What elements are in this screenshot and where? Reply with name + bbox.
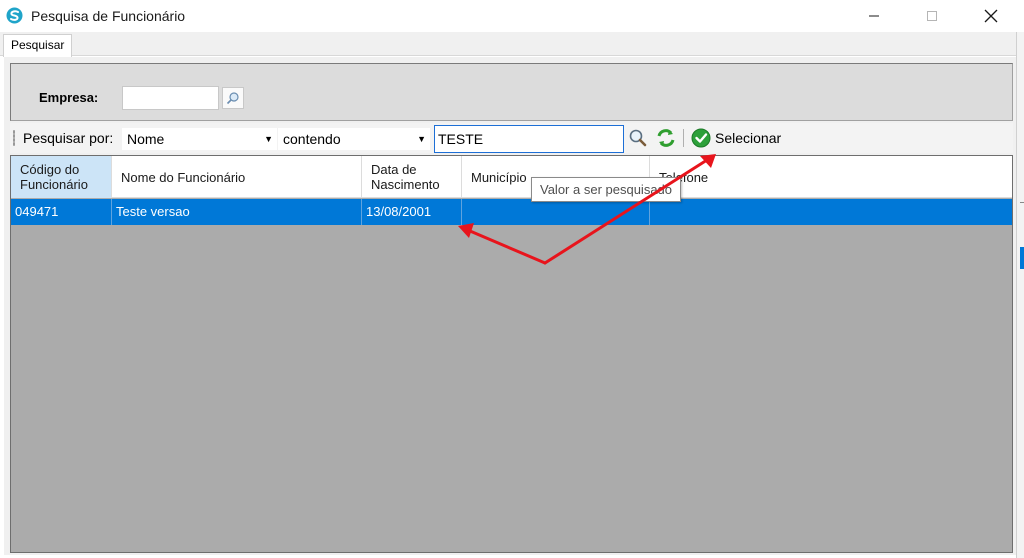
refresh-icon bbox=[657, 129, 675, 147]
search-operator-value: contendo bbox=[283, 131, 341, 147]
search-field-select[interactable]: Nome ▼ bbox=[122, 128, 277, 150]
column-header-telefone[interactable]: Telefone bbox=[650, 156, 1012, 198]
cell-municipio bbox=[462, 199, 650, 225]
minimize-icon bbox=[869, 15, 879, 17]
app-logo-icon bbox=[6, 7, 23, 24]
column-header-nome[interactable]: Nome do Funcionário bbox=[112, 156, 362, 198]
select-button[interactable]: Selecionar bbox=[688, 126, 784, 150]
cell-nascimento: 13/08/2001 bbox=[362, 199, 462, 225]
magnifier-icon bbox=[629, 129, 647, 147]
results-grid[interactable]: Código do Funcionário Nome do Funcionári… bbox=[10, 155, 1013, 553]
column-header-nascimento[interactable]: Data de Nascimento bbox=[362, 156, 462, 198]
background-selection bbox=[1020, 247, 1024, 269]
close-button[interactable] bbox=[968, 0, 1014, 32]
maximize-button[interactable] bbox=[909, 0, 955, 32]
background-divider bbox=[1020, 202, 1024, 203]
window-title: Pesquisa de Funcionário bbox=[31, 8, 186, 24]
search-value-input[interactable] bbox=[434, 125, 624, 153]
empresa-group: Empresa: bbox=[10, 63, 1013, 121]
search-toolbar: Pesquisar por: Nome ▼ contendo ▼ TESTE S… bbox=[10, 123, 1013, 153]
main-panel: Empresa: Pesquisar por: Nome ▼ contendo … bbox=[4, 57, 1016, 555]
dropdown-arrow-icon: ▼ bbox=[264, 134, 273, 144]
dropdown-arrow-icon: ▼ bbox=[417, 134, 426, 144]
empresa-input[interactable] bbox=[122, 86, 219, 110]
toolbar-grip-icon[interactable] bbox=[13, 130, 15, 146]
table-row[interactable]: 049471 Teste versao 13/08/2001 bbox=[11, 199, 1012, 225]
minimize-button[interactable] bbox=[851, 0, 897, 32]
empresa-lookup-button[interactable] bbox=[222, 87, 244, 109]
column-header-codigo[interactable]: Código do Funcionário bbox=[11, 156, 112, 198]
title-bar: Pesquisa de Funcionário bbox=[0, 0, 1024, 32]
empresa-label: Empresa: bbox=[39, 90, 99, 105]
search-by-label: Pesquisar por: bbox=[23, 130, 114, 146]
refresh-button[interactable] bbox=[655, 127, 677, 149]
search-operator-select[interactable]: contendo ▼ bbox=[278, 128, 430, 150]
cell-telefone bbox=[650, 199, 1012, 225]
search-value-tooltip: Valor a ser pesquisado bbox=[531, 177, 682, 202]
search-field-value: Nome bbox=[127, 131, 165, 147]
select-button-label: Selecionar bbox=[715, 130, 782, 146]
cell-codigo: 049471 bbox=[11, 199, 112, 225]
tab-pesquisar[interactable]: Pesquisar bbox=[3, 34, 73, 57]
search-icon bbox=[226, 92, 239, 105]
background-window-edge bbox=[1016, 32, 1024, 558]
toolbar-separator bbox=[683, 129, 684, 147]
checkmark-icon bbox=[691, 128, 711, 148]
grid-header: Código do Funcionário Nome do Funcionári… bbox=[11, 156, 1012, 198]
maximize-icon bbox=[927, 11, 937, 21]
search-button[interactable] bbox=[627, 127, 649, 149]
tab-strip: Pesquisar bbox=[0, 32, 1016, 57]
cell-nome: Teste versao bbox=[112, 199, 362, 225]
close-icon bbox=[984, 9, 998, 23]
